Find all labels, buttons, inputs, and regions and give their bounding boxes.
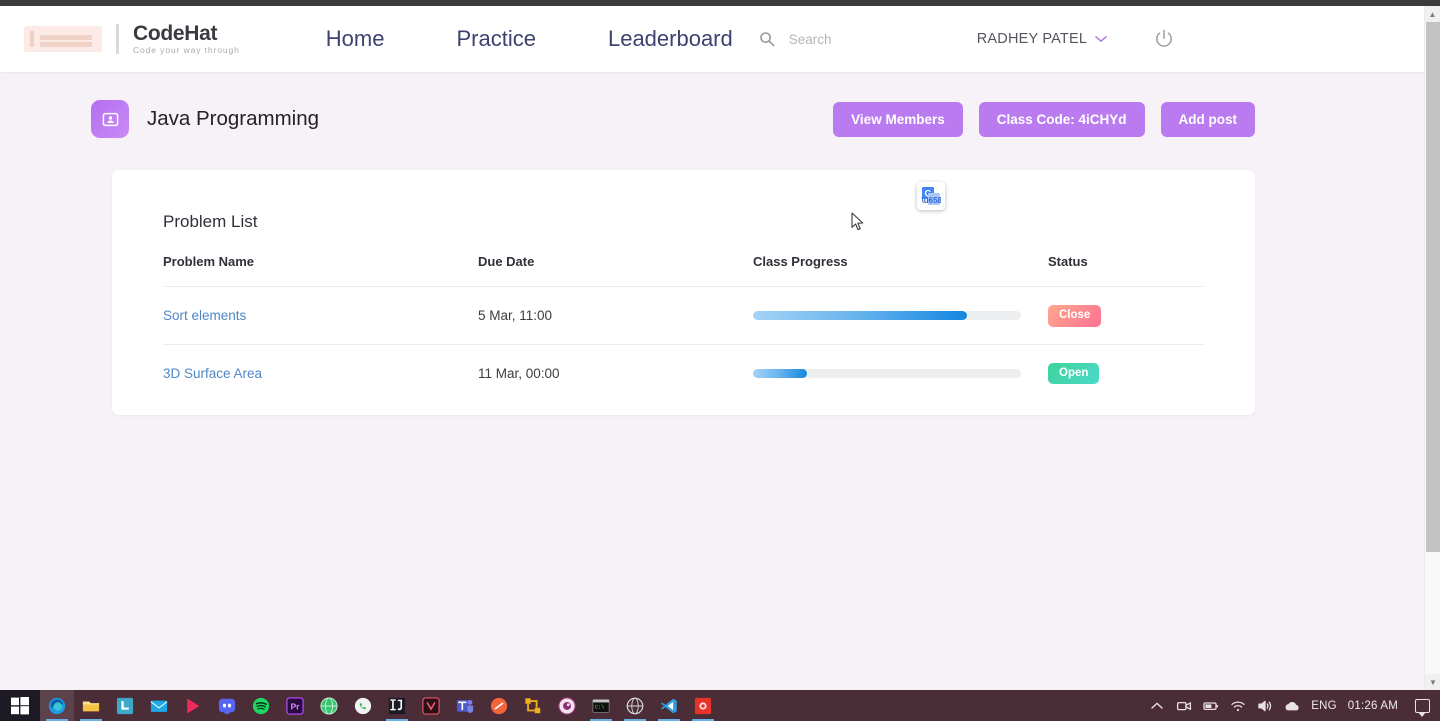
chevron-down-icon [1095,33,1107,45]
class-card-icon [91,100,129,138]
system-tray: ENG 01:26 AM [1149,698,1440,717]
column-header-class-progress: Class Progress [753,254,1048,287]
card-title: Problem List [163,212,258,231]
cell-status: Open [1048,344,1204,401]
nav-home[interactable]: Home [326,26,385,52]
progress-bar-fill [753,368,807,378]
search-icon [759,31,775,47]
notification-icon[interactable] [1415,698,1430,717]
user-menu[interactable]: RADHEY PATEL [977,31,1107,47]
brand-divider [116,24,119,54]
table-row: Sort elements 5 Mar, 11:00 Close [163,286,1204,345]
windows-taskbar: Pr C:\ ENG 01:26 AM [0,690,1440,721]
taskbar-red-app[interactable] [686,690,720,721]
taskbar-items: Pr C:\ [40,690,720,721]
windows-start-icon[interactable] [0,690,40,721]
search-input[interactable] [788,31,949,47]
taskbar-vscode[interactable] [652,690,686,721]
column-header-problem-name: Problem Name [163,254,478,287]
tray-chevron-up-icon[interactable] [1149,698,1165,714]
view-members-button[interactable]: View Members [833,101,963,137]
taskbar-vivaldi[interactable] [414,690,448,721]
class-code-button[interactable]: Class Code: 4iCHYd [978,101,1145,137]
nav-leaderboard[interactable]: Leaderboard [608,26,733,52]
cell-due-date: 5 Mar, 11:00 [478,286,753,345]
taskbar-yellow-app[interactable] [516,690,550,721]
user-name: RADHEY PATEL [976,31,1088,47]
brand-text: CodeHat Code your way through [133,23,240,55]
table-row: 3D Surface Area 11 Mar, 00:00 Open [163,344,1204,401]
taskbar-intellij[interactable] [380,690,414,721]
taskbar-terminal[interactable]: C:\ [584,690,618,721]
taskbar-spotify[interactable] [244,690,278,721]
progress-bar [753,368,1021,378]
problem-table-body: Sort elements 5 Mar, 11:00 Close 3D Surf… [163,286,1204,402]
cell-due-date: 11 Mar, 00:00 [478,365,560,381]
page-header-row: Java Programming View Members Class Code… [0,72,1440,166]
page-viewport: CodeHat Code your way through Home Pract… [0,6,1440,690]
problem-link-sort-elements[interactable]: Sort elements [163,308,246,323]
volume-icon[interactable] [1257,698,1273,714]
site-header: CodeHat Code your way through Home Pract… [0,6,1440,72]
problem-list-card: G \u6587 Problem List Problem Name Due D… [112,170,1255,415]
column-header-due-date: Due Date [478,254,753,287]
scrollbar-thumb[interactable] [1426,22,1440,552]
brand-name: CodeHat [133,22,218,46]
brand-tagline: Code your way through [133,45,240,56]
cell-problem-name: Sort elements [163,286,478,345]
application-root: CodeHat Code your way through Home Pract… [0,0,1440,721]
problem-table-head: Problem Name Due Date Class Progress Sta… [163,254,1204,287]
progress-bar-fill [753,311,968,321]
onedrive-icon[interactable] [1284,698,1300,714]
taskbar-discord[interactable] [210,690,244,721]
svg-text:\u6587: \u6587 [922,196,941,205]
taskbar-play[interactable] [176,690,210,721]
cell-class-progress [753,286,1048,345]
brand-logo[interactable]: CodeHat Code your way through [24,23,240,55]
camera-tray-icon[interactable] [1176,698,1192,714]
nav-practice[interactable]: Practice [456,26,535,52]
page-title: Java Programming [147,107,320,130]
google-translate-icon[interactable]: G \u6587 [917,182,945,210]
problem-link-3d-surface-area[interactable]: 3D Surface Area [163,366,262,381]
main-navigation: Home Practice Leaderboard [326,26,733,52]
status-badge[interactable]: Close [1048,305,1102,327]
svg-text:Pr: Pr [290,701,300,711]
cell-problem-name: 3D Surface Area [163,344,478,401]
taskbar-camera[interactable] [550,690,584,721]
column-header-status: Status [1048,254,1204,287]
progress-bar [753,311,1021,321]
scrollbar-up-arrow[interactable]: ▲ [1425,6,1440,22]
page-header-actions: View Members Class Code: 4iCHYd Add post [833,101,1255,137]
taskbar-globe[interactable] [312,690,346,721]
wifi-icon[interactable] [1230,698,1246,714]
table-header-row: Problem Name Due Date Class Progress Sta… [163,254,1204,287]
taskbar-orange-app[interactable] [482,690,516,721]
add-post-button[interactable]: Add post [1160,101,1255,137]
tray-clock[interactable]: 01:26 AM [1348,700,1398,712]
taskbar-whatsapp[interactable] [346,690,380,721]
taskbar-lightshot[interactable] [108,690,142,721]
taskbar-teams[interactable] [448,690,482,721]
svg-text:C:\: C:\ [595,704,605,710]
scrollbar-down-arrow[interactable]: ▼ [1425,674,1440,690]
tray-language[interactable]: ENG [1311,700,1337,712]
codehat-logo-icon [24,26,102,52]
cell-class-progress [753,344,1048,401]
cell-status: Close [1048,286,1204,345]
taskbar-edge[interactable] [40,690,74,721]
status-badge[interactable]: Open [1048,362,1100,384]
taskbar-mail[interactable] [142,690,176,721]
problem-table: Problem Name Due Date Class Progress Sta… [163,254,1204,401]
taskbar-browser-alt[interactable] [618,690,652,721]
power-icon[interactable] [1153,28,1175,50]
taskbar-file-explorer[interactable] [74,690,108,721]
taskbar-premiere[interactable]: Pr [278,690,312,721]
battery-icon[interactable] [1203,698,1219,714]
vertical-scrollbar[interactable]: ▲ ▼ [1424,6,1440,690]
search-box[interactable] [759,31,949,47]
